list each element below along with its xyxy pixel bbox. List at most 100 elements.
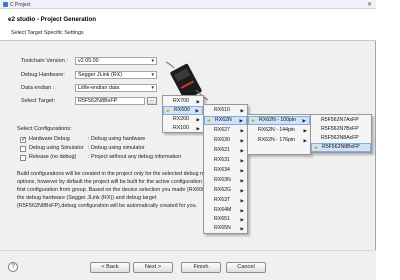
menu-item-label: R5F562N8BxFP [322,144,360,150]
menu-item-rx62n[interactable]: ▰ RX62N ▶ [204,116,247,125]
menu-item-176pin[interactable]: RX62N - 176pin ▶ [248,136,310,145]
menu-item-label: RX62N - 100pin [259,117,296,123]
menu-item-rx100[interactable]: RX100 ▶ [163,124,203,133]
package-menu: ▰ RX62N - 100pin ▶ RX62N - 144pin ▶ RX62N -… [247,114,311,155]
menu-item-r5f562n7axfp[interactable]: R5F562N7AxFP [311,116,371,125]
submenu-arrow-icon: ▶ [302,118,306,123]
data-endian-label: Data endian : [21,85,55,91]
submenu-arrow-icon: ▶ [303,128,307,133]
info-text: Build configurations will be created in … [17,171,207,209]
submenu-arrow-icon: ▶ [196,99,200,104]
menu-item-r5f562n8bxfp[interactable]: ▰ R5F562N8BxFP [311,143,371,152]
family-menu: RX700 ▶ ▰ RX600 ▶ RX200 ▶ RX100 ▶ [162,95,204,133]
submenu-arrow-icon: ▶ [240,217,244,222]
menu-item-label: R5F562N8AxFP [321,135,359,141]
browse-target-button[interactable]: ... [147,97,157,105]
page-subtitle: Select Target Specific Settings [11,30,84,36]
dropdown-arrow-icon: ▼ [150,85,155,90]
menu-item-label: RX64M [214,207,232,213]
submenu-arrow-icon: ▶ [240,198,244,203]
submenu-arrow-icon: ▶ [240,158,244,163]
menu-item-rx634[interactable]: RX634 ▶ [204,166,247,175]
menu-item-r5f562n8axfp[interactable]: R5F562N8AxFP [311,134,371,143]
folder-icon: ▰ [166,108,170,114]
menu-item-label: RX62N - 144pin [258,127,295,133]
app-icon [3,2,8,7]
menu-item-label: RX651 [214,216,230,222]
debug-hardware-value: Segger JLink (RX) [78,72,123,78]
menu-item-label: RX627 [214,127,230,133]
submenu-arrow-icon: ▶ [240,226,244,231]
submenu-arrow-icon: ▶ [239,118,243,123]
menu-item-label: R5F562N7AxFP [321,117,359,123]
configurations-title: Select Configurations: [17,126,72,132]
menu-item-label: RX621 [214,147,230,153]
menu-item-144pin[interactable]: RX62N - 144pin ▶ [248,126,310,135]
toolchain-version-value: v2.05.00 [78,58,99,64]
menu-item-rx64m[interactable]: RX64M ▶ [204,206,247,215]
menu-item-label: RX200 [173,116,189,122]
debug-hardware-label: Debug Hardware: [21,72,65,78]
submenu-arrow-icon: ▶ [240,128,244,133]
submenu-arrow-icon: ▶ [196,117,200,122]
toolchain-version-select[interactable]: v2.05.00 ▼ [75,57,157,65]
menu-item-rx631[interactable]: RX631 ▶ [204,156,247,165]
back-button[interactable]: < Back [90,262,130,273]
menu-item-rx200[interactable]: RX200 ▶ [163,115,203,124]
menu-item-rx63n[interactable]: RX63N ▶ [204,176,247,185]
folder-icon: ▰ [314,145,318,151]
submenu-arrow-icon: ▶ [240,178,244,183]
folder-icon: ▰ [207,118,211,124]
submenu-arrow-icon: ▶ [240,108,244,113]
group-menu: RX610 ▶ ▰ RX62N ▶ RX627 ▶ RX630 ▶ RX621 ▶ RX63… [203,104,248,234]
menu-item-rx62g[interactable]: RX62G ▶ [204,186,247,195]
menu-item-label: RX62N - 176pin [258,137,295,143]
help-icon[interactable]: ? [8,262,18,272]
config-description: : Debug using simulator [88,145,145,151]
config-description: : Project without any debug information [88,154,182,160]
dropdown-arrow-icon: ▼ [150,58,155,63]
finish-button[interactable]: Finish [181,262,221,273]
data-endian-select[interactable]: Little-endian data ▼ [75,84,157,92]
menu-item-rx651[interactable]: RX651 ▶ [204,215,247,224]
toolchain-version-label: Toolchain Version : [21,58,68,64]
menu-item-rx610[interactable]: RX610 ▶ [204,106,247,115]
submenu-arrow-icon: ▶ [303,138,307,143]
menu-item-rx627[interactable]: RX627 ▶ [204,126,247,135]
select-target-label: Select Target: [21,98,56,104]
menu-item-label: RX63N [214,177,231,183]
menu-item-rx600[interactable]: ▰ RX600 ▶ [163,106,203,115]
menu-item-label: RX65N [214,225,231,231]
simulator-debug-checkbox[interactable] [20,145,26,152]
config-description: : Debug using hardware [88,136,146,142]
device-menu: R5F562N7AxFP R5F562N7BxFP R5F562N8AxFP ▰… [310,114,372,153]
menu-item-100pin[interactable]: ▰ RX62N - 100pin ▶ [248,116,310,125]
hardware-debug-checkbox[interactable] [20,136,26,143]
menu-item-label: RX610 [214,107,230,113]
submenu-arrow-icon: ▶ [195,108,199,113]
dropdown-arrow-icon: ▼ [150,72,155,77]
next-button[interactable]: Next > [133,262,173,273]
release-checkbox[interactable] [20,154,26,161]
submenu-arrow-icon: ▶ [240,188,244,193]
menu-item-rx65n[interactable]: RX65N ▶ [204,224,247,233]
menu-item-label: RX63T [214,197,231,203]
close-icon[interactable]: ✕ [367,1,372,8]
menu-item-label: RX62N [215,117,232,123]
config-label: Debug using Simulator [29,145,84,151]
menu-item-rx700[interactable]: RX700 ▶ [163,97,203,106]
menu-item-label: RX700 [173,98,189,104]
menu-item-label: R5F562N7BxFP [321,126,359,132]
submenu-arrow-icon: ▶ [240,208,244,213]
menu-item-label: RX634 [214,167,230,173]
menu-item-rx63t[interactable]: RX63T ▶ [204,196,247,205]
data-endian-value: Little-endian data [78,85,120,91]
menu-item-rx630[interactable]: RX630 ▶ [204,136,247,145]
menu-item-rx621[interactable]: RX621 ▶ [204,146,247,155]
cancel-button[interactable]: Cancel [226,262,266,273]
folder-icon: ▰ [251,118,255,124]
menu-item-label: RX630 [214,137,230,143]
menu-item-r5f562n7bxfp[interactable]: R5F562N7BxFP [311,125,371,134]
debug-hardware-select[interactable]: Segger JLink (RX) ▼ [75,71,157,79]
select-target-input[interactable]: R5F562N8BxFP [75,97,145,105]
